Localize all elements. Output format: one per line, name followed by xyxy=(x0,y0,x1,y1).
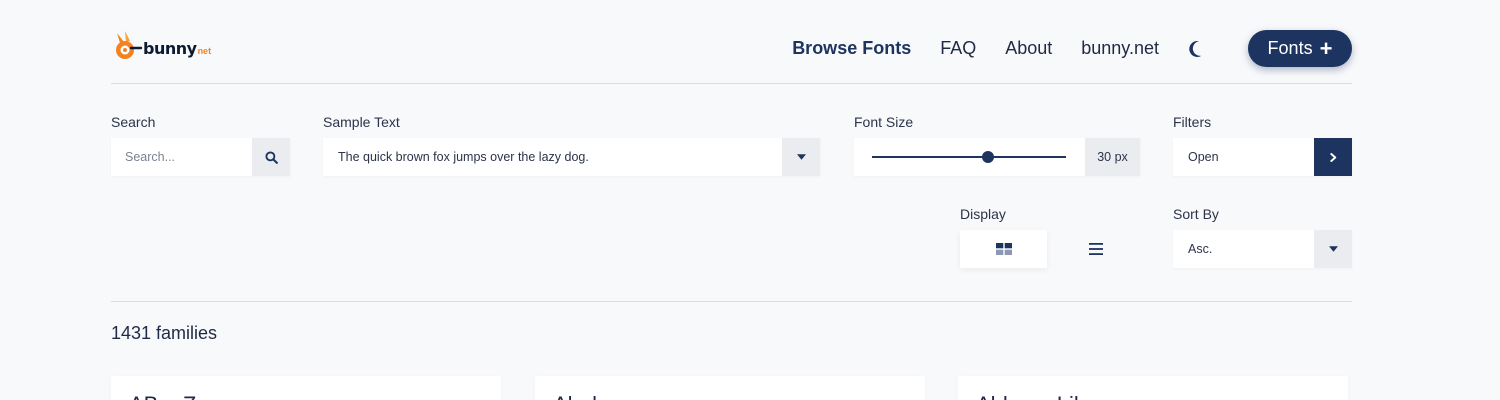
site-header: bunny net Browse Fonts FAQ About bunny.n… xyxy=(111,0,1352,84)
search-button[interactable] xyxy=(252,138,290,176)
fonts-button-label: Fonts xyxy=(1267,38,1313,58)
caret-down-icon xyxy=(1328,246,1338,252)
font-size-slider-handle[interactable] xyxy=(982,151,995,163)
font-card-name: Abel xyxy=(553,392,597,400)
sort-by-dropdown-button[interactable] xyxy=(1314,230,1352,268)
display-label: Display xyxy=(960,206,1006,222)
section-divider xyxy=(111,301,1352,302)
font-size-control: 30 px xyxy=(854,138,1140,176)
font-card[interactable]: ABeeZee xyxy=(111,376,501,400)
nav-about[interactable]: About xyxy=(1005,38,1052,59)
filters-value: Open xyxy=(1188,150,1219,164)
list-view-button[interactable] xyxy=(1052,230,1139,268)
font-card[interactable]: Abhaya Libre xyxy=(958,376,1348,400)
families-count: 1431 families xyxy=(111,323,218,343)
sample-text-label: Sample Text xyxy=(323,114,400,130)
sample-text-select[interactable]: The quick brown fox jumps over the lazy … xyxy=(323,138,820,176)
sample-text-dropdown-button[interactable] xyxy=(782,138,820,176)
filters-label: Filters xyxy=(1173,114,1212,130)
list-icon xyxy=(1088,243,1103,255)
search-input[interactable] xyxy=(111,138,251,176)
sample-text-value: The quick brown fox jumps over the lazy … xyxy=(338,150,589,164)
font-card[interactable]: Abel xyxy=(535,376,925,400)
grid-icon xyxy=(995,243,1012,255)
moon-icon[interactable] xyxy=(1188,39,1208,59)
nav-faq[interactable]: FAQ xyxy=(940,38,976,59)
plus-icon: + xyxy=(1319,35,1333,61)
bunny-logo[interactable]: bunny net xyxy=(111,29,212,68)
filters-control[interactable]: Open xyxy=(1173,138,1352,176)
search-label: Search xyxy=(111,114,156,130)
nav-bunny-net[interactable]: bunny.net xyxy=(1081,38,1159,59)
font-size-readout: 30 px xyxy=(1085,138,1140,176)
nav-browse-fonts[interactable]: Browse Fonts xyxy=(792,38,911,59)
grid-view-button[interactable] xyxy=(960,230,1047,268)
font-size-slider-track[interactable] xyxy=(872,156,1066,158)
logo-word: bunny xyxy=(143,38,197,58)
font-card-name: Abhaya Libre xyxy=(976,392,1106,400)
chevron-right-icon xyxy=(1329,152,1336,162)
search-box xyxy=(111,138,290,176)
sort-by-label: Sort By xyxy=(1173,206,1219,222)
font-card-name: ABeeZee xyxy=(129,392,221,400)
bunny-rabbit-icon xyxy=(111,29,145,68)
caret-down-icon xyxy=(796,154,806,160)
filters-open-button[interactable] xyxy=(1314,138,1352,176)
main-nav: Browse Fonts FAQ About bunny.net Fonts + xyxy=(792,30,1352,67)
search-icon xyxy=(264,150,278,164)
sort-by-value: Asc. xyxy=(1188,242,1213,256)
fonts-button[interactable]: Fonts + xyxy=(1248,30,1352,67)
logo-suffix: net xyxy=(197,46,212,56)
sort-by-select[interactable]: Asc. xyxy=(1173,230,1352,268)
font-size-label: Font Size xyxy=(854,114,914,130)
